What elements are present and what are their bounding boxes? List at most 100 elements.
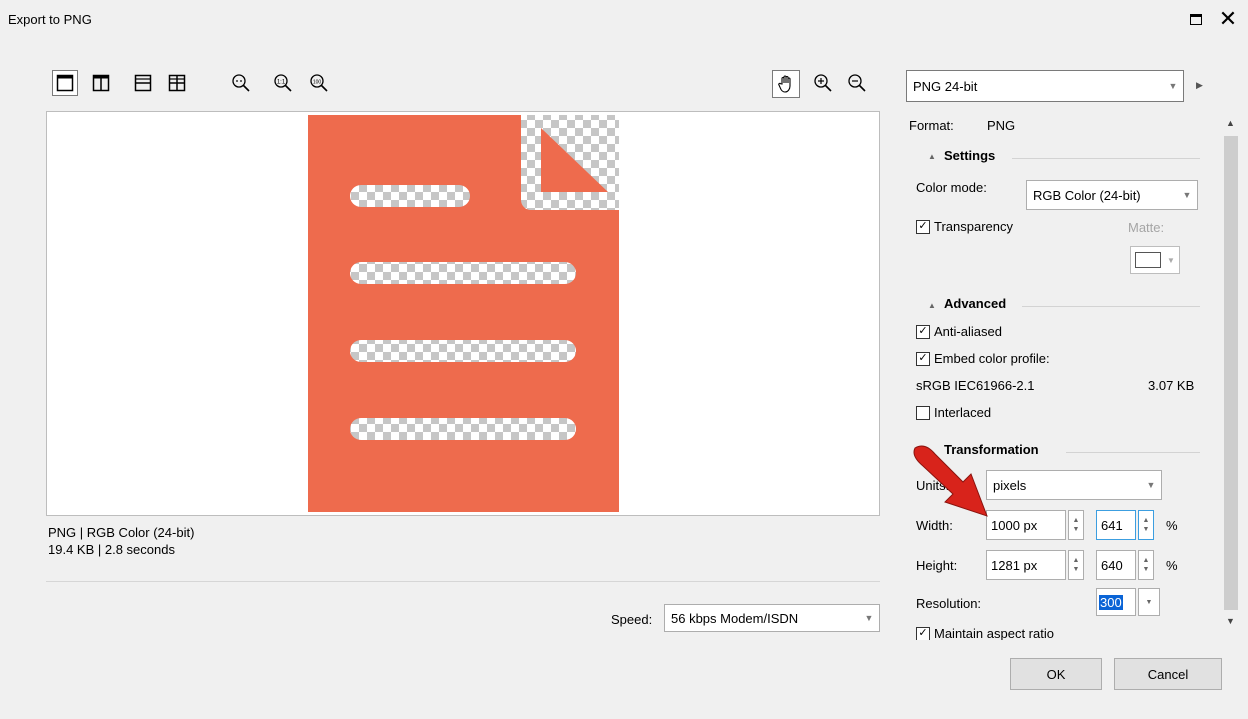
matte-color-picker[interactable]: ▼ xyxy=(1130,246,1180,274)
stepper-up-icon: ▲ xyxy=(1072,557,1080,564)
ok-button[interactable]: OK xyxy=(1010,658,1102,690)
chevron-down-icon: ▼ xyxy=(1168,81,1178,91)
transparency-label: Transparency xyxy=(934,219,1013,234)
width-value: 1000 px xyxy=(991,517,1038,533)
height-stepper[interactable]: ▲ ▼ xyxy=(1068,550,1084,580)
check-icon: ✓ xyxy=(916,626,930,640)
document-preview-image xyxy=(308,115,619,512)
resolution-input[interactable]: 300 xyxy=(1096,588,1136,616)
stepper-up-icon: ▲ xyxy=(1072,517,1080,524)
anti-aliased-label: Anti-aliased xyxy=(934,324,1002,339)
maximize-icon[interactable] xyxy=(1182,6,1210,32)
units-select[interactable]: pixels ▼ xyxy=(986,470,1162,500)
speed-select[interactable]: 56 kbps Modem/ISDN ▼ xyxy=(664,604,880,632)
width-stepper[interactable]: ▲ ▼ xyxy=(1068,510,1084,540)
check-icon: ✓ xyxy=(916,219,930,234)
format-select-value: PNG 24-bit xyxy=(913,78,978,94)
profile-name: sRGB IEC61966-2.1 xyxy=(916,378,1035,393)
advanced-heading: Advanced xyxy=(944,296,1007,311)
height-percent-value: 640 xyxy=(1101,557,1123,573)
format-select[interactable]: PNG 24-bit ▼ xyxy=(906,70,1184,102)
interlaced-label: Interlaced xyxy=(934,405,992,420)
zoom-100-text: 100 xyxy=(313,79,322,85)
unchecked-box-icon xyxy=(916,405,930,420)
split-vertical-view-icon[interactable] xyxy=(88,70,114,96)
resolution-label: Resolution: xyxy=(916,596,982,611)
embed-profile-checkbox[interactable]: ✓ Embed color profile: xyxy=(916,351,1050,366)
zoom-100-icon[interactable]: 100 xyxy=(306,70,332,96)
height-percent-stepper[interactable]: ▲ ▼ xyxy=(1138,550,1154,580)
chevron-down-icon: ▼ xyxy=(1145,598,1153,606)
collapse-settings-icon[interactable]: ▲ xyxy=(928,152,936,161)
zoom-1to1-text: 1:1 xyxy=(277,80,286,86)
format-label: Format: xyxy=(909,118,954,133)
preview-size-info: 19.4 KB | 2.8 seconds xyxy=(48,542,175,557)
resolution-dropdown[interactable]: ▼ xyxy=(1138,588,1160,616)
stepper-down-icon: ▼ xyxy=(1142,566,1150,573)
check-icon: ✓ xyxy=(916,324,930,339)
chevron-down-icon: ▼ xyxy=(1167,255,1175,265)
quad-view-icon[interactable] xyxy=(164,70,190,96)
pan-hand-icon[interactable] xyxy=(772,70,800,98)
color-mode-label: Color mode: xyxy=(916,180,987,195)
maintain-aspect-checkbox[interactable]: ✓ Maintain aspect ratio xyxy=(916,626,1054,640)
check-icon: ✓ xyxy=(916,351,930,366)
embed-profile-label: Embed color profile: xyxy=(934,351,1050,366)
height-percent-sign: % xyxy=(1166,558,1178,573)
maintain-aspect-label: Maintain aspect ratio xyxy=(934,626,1054,640)
stepper-down-icon: ▼ xyxy=(1072,566,1080,573)
zoom-in-icon[interactable] xyxy=(810,70,836,96)
transparency-checkbox[interactable]: ✓ Transparency xyxy=(916,219,1013,234)
collapse-advanced-icon[interactable]: ▲ xyxy=(928,301,936,310)
zoom-out-icon[interactable] xyxy=(844,70,870,96)
width-percent-input[interactable]: 641 xyxy=(1096,510,1136,540)
settings-panel: Format: PNG ▲ Settings Color mode: RGB C… xyxy=(906,110,1222,640)
units-value: pixels xyxy=(993,477,1027,493)
close-icon[interactable]: ✕ xyxy=(1214,6,1242,32)
window-title: Export to PNG xyxy=(8,12,92,27)
width-percent-value: 641 xyxy=(1101,517,1123,533)
width-input[interactable]: 1000 px xyxy=(986,510,1066,540)
width-percent-stepper[interactable]: ▲ ▼ xyxy=(1138,510,1154,540)
expand-right-icon[interactable]: ▶ xyxy=(1196,80,1203,91)
color-mode-value: RGB Color (24-bit) xyxy=(1033,187,1141,203)
anti-aliased-checkbox[interactable]: ✓ Anti-aliased xyxy=(916,324,1002,339)
chevron-down-icon: ▼ xyxy=(1182,190,1192,200)
chevron-down-icon: ▼ xyxy=(864,613,874,623)
stepper-up-icon: ▲ xyxy=(1142,517,1150,524)
preview-format-info: PNG | RGB Color (24-bit) xyxy=(48,525,195,540)
speed-label: Speed: xyxy=(611,612,653,627)
settings-heading: Settings xyxy=(944,148,996,163)
height-value: 1281 px xyxy=(991,557,1038,573)
scroll-up-icon[interactable]: ▲ xyxy=(1226,118,1235,128)
stepper-up-icon: ▲ xyxy=(1142,557,1150,564)
advanced-divider xyxy=(1022,306,1200,307)
speed-value: 56 kbps Modem/ISDN xyxy=(671,610,799,626)
red-arrow-annotation xyxy=(913,445,988,517)
height-percent-input[interactable]: 640 xyxy=(1096,550,1136,580)
settings-divider xyxy=(1012,158,1200,159)
matte-label: Matte: xyxy=(1128,220,1165,235)
height-label: Height: xyxy=(916,558,958,573)
interlaced-checkbox[interactable]: Interlaced xyxy=(916,405,991,420)
divider xyxy=(46,581,880,582)
stepper-down-icon: ▼ xyxy=(1072,526,1080,533)
cancel-button[interactable]: Cancel xyxy=(1114,658,1222,690)
split-horizontal-view-icon[interactable] xyxy=(130,70,156,96)
format-value: PNG xyxy=(987,118,1016,133)
transformation-divider xyxy=(1066,452,1200,453)
matte-swatch xyxy=(1135,252,1161,268)
scrollbar-thumb[interactable] xyxy=(1224,136,1238,610)
profile-size: 3.07 KB xyxy=(1148,378,1195,393)
chevron-down-icon: ▼ xyxy=(1146,480,1156,490)
title-bar: Export to PNG ✕ xyxy=(0,0,1248,40)
color-mode-select[interactable]: RGB Color (24-bit) ▼ xyxy=(1026,180,1198,210)
preview-pane[interactable] xyxy=(46,111,880,516)
single-view-icon[interactable] xyxy=(52,70,78,96)
scroll-down-icon[interactable]: ▼ xyxy=(1226,616,1235,626)
height-input[interactable]: 1281 px xyxy=(986,550,1066,580)
zoom-fit-icon[interactable] xyxy=(228,70,254,96)
zoom-1to1-icon[interactable]: 1:1 xyxy=(270,70,296,96)
width-percent-sign: % xyxy=(1166,518,1178,533)
stepper-down-icon: ▼ xyxy=(1142,526,1150,533)
